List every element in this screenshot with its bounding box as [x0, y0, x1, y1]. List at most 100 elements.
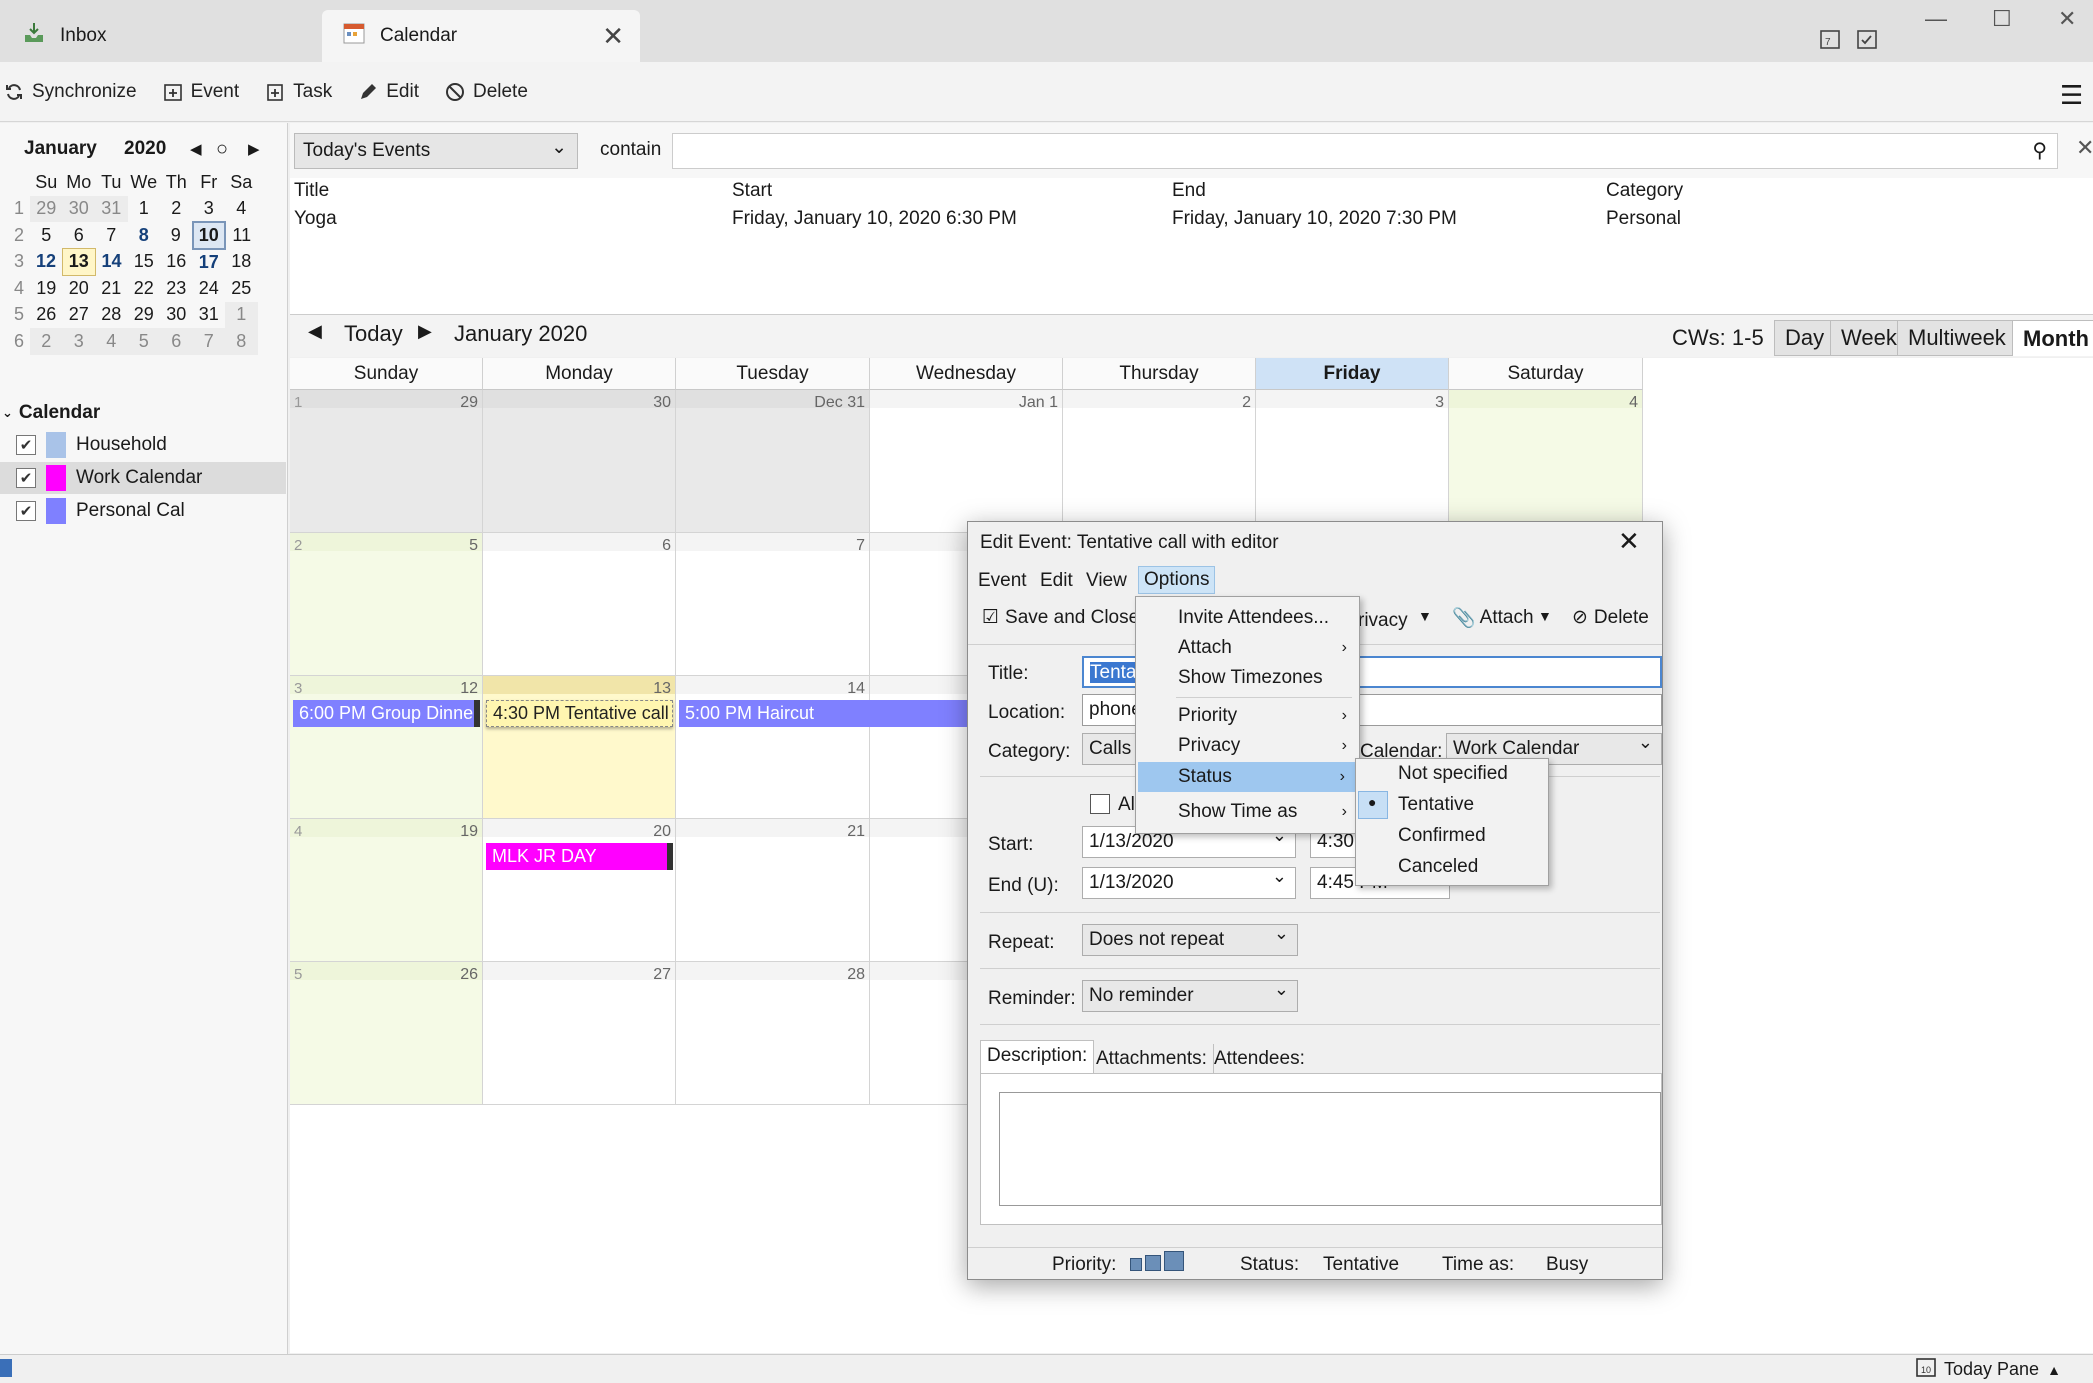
allday-checkbox[interactable]	[1090, 794, 1110, 814]
day-cell[interactable]: Jan 1	[870, 390, 1063, 533]
minicalendar-day[interactable]: 5	[127, 328, 160, 355]
minicalendar-day[interactable]: 4	[95, 328, 128, 355]
close-tab-icon[interactable]: ✕	[602, 21, 624, 52]
minicalendar-day[interactable]: 7	[95, 222, 128, 249]
day-cell[interactable]: 7	[676, 533, 870, 676]
calendar-item-household[interactable]: ✔ Household	[16, 429, 286, 461]
menu-view[interactable]: View	[1086, 570, 1127, 592]
calendar-view-icon[interactable]: 7	[1819, 28, 1841, 56]
minicalendar-day[interactable]: 7	[192, 328, 225, 355]
day-cell[interactable]: 2	[1063, 390, 1256, 533]
column-header-start[interactable]: Start	[732, 180, 772, 202]
save-close-button[interactable]: ☑ Save and Close	[982, 606, 1139, 629]
minicalendar-day[interactable]: 30	[160, 302, 193, 329]
menu-icon[interactable]: ☰	[2060, 80, 2083, 111]
minicalendar-day[interactable]: 4	[225, 196, 258, 223]
previous-icon[interactable]: ◀	[308, 321, 322, 342]
day-cell[interactable]: 3 12	[290, 676, 483, 819]
calendar-item-personal[interactable]: ✔ Personal Cal	[16, 495, 286, 527]
minicalendar-month[interactable]: January	[24, 138, 97, 160]
minicalendar-day[interactable]: 14	[95, 249, 128, 276]
today-button[interactable]: Today	[344, 321, 403, 347]
menu-options[interactable]: Options	[1138, 566, 1216, 594]
minicalendar-day[interactable]: 6	[63, 222, 96, 249]
menu-item-tentative[interactable]: ● Tentative	[1356, 790, 1548, 820]
minicalendar-day[interactable]: 30	[62, 195, 95, 222]
tab-inbox[interactable]: Inbox	[2, 10, 320, 62]
today-pane-button[interactable]: 10 Today Pane ▲	[1916, 1357, 2061, 1382]
menu-item-canceled[interactable]: Canceled	[1356, 852, 1548, 882]
menu-item-show-time-as[interactable]: Show Time as ›	[1136, 797, 1359, 827]
day-cell[interactable]: 3	[1256, 390, 1449, 533]
calendar-item-work[interactable]: ✔ Work Calendar	[0, 462, 286, 494]
day-cell[interactable]: 28	[676, 962, 870, 1105]
today-circle-icon[interactable]: ○	[216, 138, 228, 161]
filter-select[interactable]: Today's Events ⌄	[294, 133, 578, 169]
minicalendar-day[interactable]: 17	[193, 249, 226, 276]
end-date-input[interactable]: 1/13/2020	[1082, 866, 1296, 899]
minicalendar-day[interactable]: 29	[30, 195, 63, 222]
day-cell[interactable]: 14	[676, 676, 870, 819]
day-cell[interactable]: 27	[483, 962, 676, 1105]
new-task-button[interactable]: Task	[265, 81, 332, 103]
day-cell[interactable]: 13	[483, 676, 676, 819]
new-event-button[interactable]: Event	[163, 81, 239, 103]
synchronize-button[interactable]: Synchronize	[4, 81, 137, 103]
minimize-icon[interactable]: —	[1925, 6, 1947, 32]
day-cell[interactable]: 4 19	[290, 819, 483, 962]
minicalendar-day[interactable]: 2	[160, 196, 193, 223]
minicalendar-day[interactable]: 10	[191, 221, 226, 250]
minicalendar-day[interactable]: 3	[62, 328, 95, 355]
minicalendar-day[interactable]: 3	[193, 196, 226, 223]
minicalendar-day[interactable]: 8	[128, 222, 161, 249]
menu-item-privacy[interactable]: Privacy ›	[1136, 731, 1359, 761]
minicalendar-day[interactable]: 16	[160, 249, 193, 276]
previous-month-icon[interactable]: ◀	[190, 140, 202, 158]
task-view-icon[interactable]	[1856, 28, 1878, 56]
minicalendar-day[interactable]: 21	[95, 275, 128, 302]
minicalendar-day[interactable]: 6	[160, 328, 193, 355]
privacy-button[interactable]: rivacy	[1358, 610, 1408, 632]
delete-button[interactable]: Delete	[445, 81, 528, 103]
attach-dropdown-icon[interactable]: ▼	[1538, 608, 1552, 624]
next-month-icon[interactable]: ▶	[248, 140, 260, 158]
view-month-button[interactable]: Month	[2012, 320, 2093, 356]
tab-calendar[interactable]: Calendar ✕	[322, 10, 640, 62]
minicalendar-day[interactable]: 13	[62, 248, 96, 276]
calendar-list-header[interactable]: ⌄ Calendar	[0, 398, 286, 428]
event-tentative-call[interactable]: 4:30 PM Tentative call with ...	[486, 700, 673, 727]
menu-item-priority[interactable]: Priority ›	[1136, 701, 1359, 731]
repeat-select[interactable]: Does not repeat	[1082, 923, 1298, 956]
close-window-icon[interactable]: ✕	[2058, 6, 2076, 32]
tab-description[interactable]: Description:	[980, 1040, 1095, 1074]
event-group-dinner[interactable]: 6:00 PM Group Dinner	[293, 700, 480, 727]
view-multiweek-button[interactable]: Multiweek	[1897, 320, 2017, 356]
minicalendar-day[interactable]: 5	[30, 222, 63, 249]
menu-item-show-timezones[interactable]: Show Timezones	[1136, 663, 1359, 693]
clear-search-icon[interactable]: ✕	[2076, 135, 2093, 161]
minicalendar-day[interactable]: 11	[225, 222, 258, 249]
event-mlk-day[interactable]: MLK JR DAY	[486, 843, 673, 870]
minicalendar-day[interactable]: 12	[30, 249, 63, 276]
reminder-select[interactable]: No reminder	[1082, 979, 1298, 1012]
table-row[interactable]: Yoga Friday, January 10, 2020 6:30 PM Fr…	[290, 204, 2093, 234]
minicalendar-day[interactable]: 27	[63, 302, 96, 329]
dialog-delete-button[interactable]: ⊘ Delete	[1572, 606, 1649, 629]
minicalendar-day[interactable]: 28	[95, 302, 128, 329]
minicalendar-day[interactable]: 31	[193, 302, 226, 329]
search-input[interactable]: ⚲	[672, 133, 2058, 169]
description-textarea[interactable]	[999, 1092, 1661, 1206]
minicalendar-day[interactable]: 1	[225, 301, 258, 328]
maximize-icon[interactable]: ☐	[1992, 6, 2012, 32]
view-day-button[interactable]: Day	[1774, 320, 1836, 356]
menu-item-not-specified[interactable]: Not specified	[1356, 759, 1548, 789]
checkbox[interactable]: ✔	[16, 435, 36, 455]
menu-item-status[interactable]: Status ›	[1138, 762, 1357, 792]
minicalendar-day[interactable]: 2	[30, 328, 63, 355]
minicalendar-day[interactable]: 15	[128, 249, 161, 276]
column-header-title[interactable]: Title	[294, 180, 329, 202]
menu-item-attach[interactable]: Attach ›	[1136, 633, 1359, 663]
edit-button[interactable]: Edit	[358, 81, 419, 103]
minicalendar-day[interactable]: 26	[30, 302, 63, 329]
attach-button[interactable]: 📎 Attach	[1452, 606, 1534, 630]
